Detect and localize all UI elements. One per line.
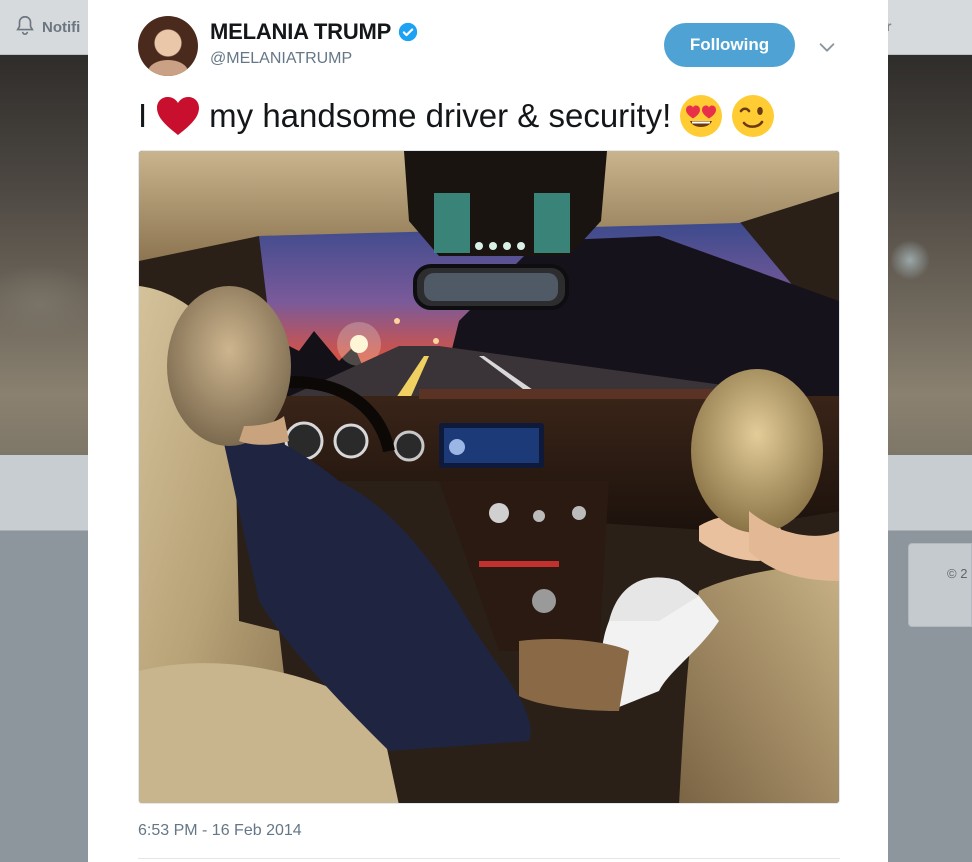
nav-notifications-label: Notifi [42, 18, 81, 36]
chevron-down-icon[interactable] [816, 36, 838, 58]
tweet-timestamp[interactable]: 6:53 PM - 16 Feb 2014 [138, 822, 302, 840]
tweet-text-start: I [138, 97, 148, 134]
red-heart-emoji-icon [155, 95, 201, 137]
tweet-photo[interactable] [138, 150, 840, 804]
side-card [908, 543, 972, 627]
verified-badge-icon [398, 22, 418, 42]
author-display-name[interactable]: MELANIA TRUMP [210, 19, 391, 45]
heart-eyes-emoji-icon [679, 94, 723, 138]
car-interior-photo [139, 151, 839, 803]
tweet-text-rest: my handsome driver & security! [209, 97, 672, 134]
divider [138, 858, 840, 859]
winking-face-emoji-icon [731, 94, 775, 138]
author-handle[interactable]: @MELANIATRUMP [210, 50, 352, 68]
copyright-text: © 2 [947, 566, 968, 581]
following-button[interactable]: Following [664, 23, 795, 67]
tweet-modal: MELANIA TRUMP @MELANIATRUMP Following I … [88, 0, 888, 862]
author-name-row: MELANIA TRUMP [210, 19, 418, 45]
bell-icon [14, 14, 36, 40]
tweet-text: I my handsome driver & security! [138, 94, 775, 138]
avatar[interactable] [138, 16, 198, 76]
nav-notifications[interactable]: Notifi [14, 14, 80, 40]
